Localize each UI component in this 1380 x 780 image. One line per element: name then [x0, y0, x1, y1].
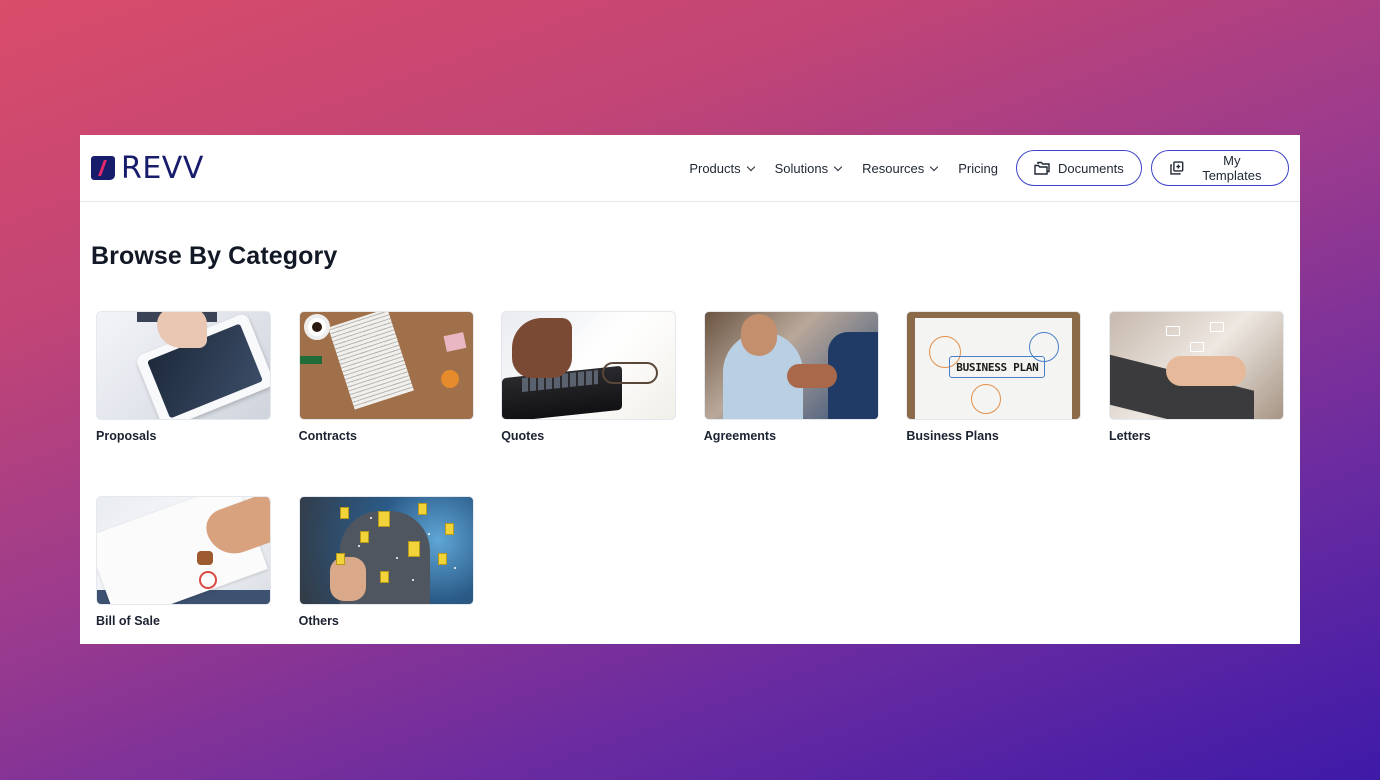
category-thumbnail: BUSINESS PLAN [906, 311, 1082, 420]
category-card-letters[interactable]: Letters [1108, 311, 1284, 496]
nav-pricing[interactable]: Pricing [958, 161, 998, 176]
category-label: Proposals [96, 429, 157, 443]
nav-resources-label: Resources [862, 160, 925, 176]
nav-resources[interactable]: Resources [862, 160, 939, 176]
browser-viewport: REVV Products Solutions Resources Pricin… [80, 135, 1300, 644]
revv-logo[interactable]: REVV [91, 151, 204, 186]
nav-solutions[interactable]: Solutions [774, 160, 843, 176]
documents-button[interactable]: Documents [1016, 150, 1142, 186]
chevron-down-icon [930, 162, 939, 171]
category-card-contracts[interactable]: Contracts [298, 311, 474, 496]
my-templates-button[interactable]: My Templates [1151, 150, 1289, 186]
category-label: Others [298, 614, 339, 628]
category-label: Business Plans [906, 429, 999, 443]
category-thumbnail [703, 311, 879, 420]
category-card-agreements[interactable]: Agreements [703, 311, 879, 496]
chevron-down-icon [746, 162, 755, 171]
chevron-down-icon [833, 162, 843, 171]
category-card-business-plans[interactable]: BUSINESS PLAN Business Plans [906, 311, 1082, 496]
documents-button-label: Documents [1058, 160, 1124, 176]
revv-logo-text: REVV [121, 150, 204, 186]
nav-products[interactable]: Products [689, 160, 755, 176]
nav-pricing-label: Pricing [958, 160, 998, 176]
category-thumbnail [298, 311, 474, 420]
nav-solutions-label: Solutions [774, 160, 829, 176]
category-thumbnail [96, 311, 271, 420]
category-grid: Proposals Contracts Quotes Agreements BU… [91, 311, 1289, 644]
category-thumbnail [501, 311, 677, 420]
page-title: Browse By Category [91, 242, 338, 270]
category-thumbnail [1108, 311, 1284, 420]
category-label: Agreements [703, 429, 777, 443]
category-label: Letters [1108, 429, 1151, 443]
main-nav: Products Solutions Resources Pricing Doc… [689, 150, 1289, 186]
category-card-quotes[interactable]: Quotes [501, 311, 677, 496]
folders-icon [1034, 161, 1050, 175]
category-thumbnail [96, 496, 271, 605]
copy-plus-icon [1170, 161, 1184, 175]
category-card-bill-of-sale[interactable]: Bill of Sale [96, 496, 271, 644]
category-label: Quotes [501, 429, 545, 443]
site-header: REVV Products Solutions Resources Pricin… [80, 135, 1300, 202]
category-thumbnail [298, 496, 474, 605]
category-card-proposals[interactable]: Proposals [96, 311, 271, 496]
my-templates-button-label: My Templates [1202, 153, 1262, 183]
revv-logo-mark-icon [91, 156, 115, 180]
main-content: Browse By Category Proposals Contracts Q… [80, 202, 1300, 644]
category-card-others[interactable]: Others [298, 496, 474, 644]
category-label: Contracts [298, 429, 357, 443]
nav-products-label: Products [689, 160, 741, 176]
category-label: Bill of Sale [96, 614, 160, 628]
